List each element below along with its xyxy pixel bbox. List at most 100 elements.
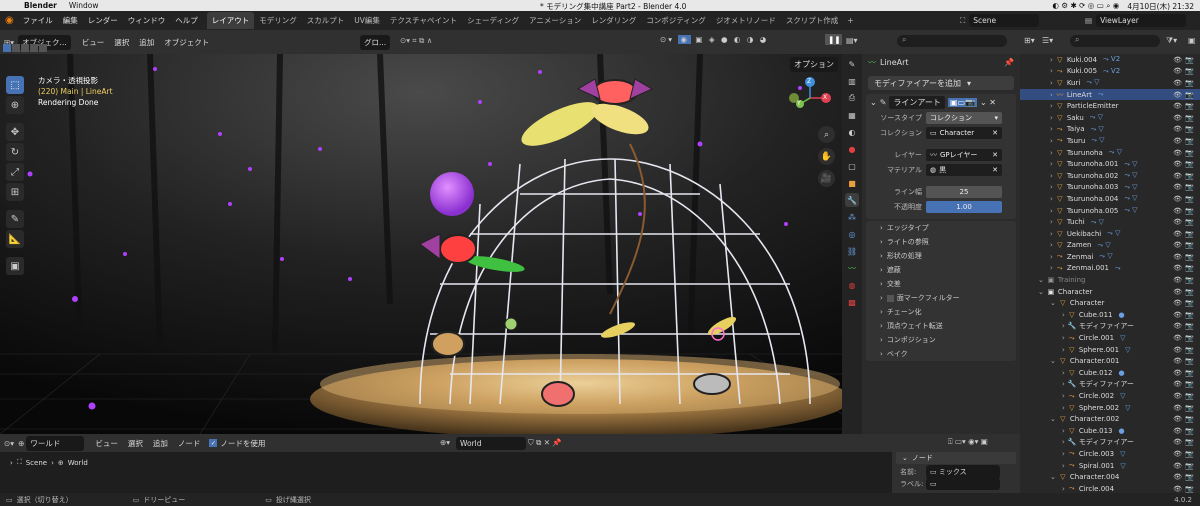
section-checkbox[interactable] bbox=[886, 294, 894, 302]
render-camera-icon[interactable]: 📷 bbox=[1185, 230, 1194, 238]
render-camera-icon[interactable]: 📷 bbox=[1185, 137, 1194, 145]
visibility-eye-icon[interactable]: 👁 bbox=[1173, 241, 1182, 249]
render-camera-icon[interactable]: 📷 bbox=[1185, 67, 1194, 75]
tab-workspace[interactable]: ジオメトリノード bbox=[711, 12, 781, 29]
object-data-icons[interactable]: ⤳ ▽ bbox=[1090, 113, 1103, 122]
tab-workspace[interactable]: モデリング bbox=[254, 12, 302, 29]
viewport-menu-item[interactable]: 選択 bbox=[109, 37, 134, 48]
scene-field[interactable]: Scene bbox=[969, 14, 1040, 27]
render-camera-icon[interactable]: 📷 bbox=[1185, 183, 1194, 191]
visibility-eye-icon[interactable]: 👁 bbox=[1173, 415, 1182, 423]
object-data-icons[interactable]: ⤳ ▽ bbox=[1124, 206, 1137, 215]
view-layer-tab-icon[interactable]: ▦ bbox=[845, 108, 859, 122]
add-workspace-icon[interactable]: + bbox=[847, 16, 853, 25]
property-field[interactable]: 〰 GPレイヤー ✕ bbox=[926, 149, 1002, 161]
outliner-row[interactable]: › ▽ Uekibachi ⤳ ▽ 👁 📷 bbox=[1020, 228, 1200, 240]
render-camera-icon[interactable]: 📷 bbox=[1185, 357, 1194, 365]
outliner-row[interactable]: › ⤳ Circle.001 ▽ 👁 📷 bbox=[1020, 332, 1200, 344]
outliner-row[interactable]: › ▽ Cube.013 ● 👁 📷 bbox=[1020, 425, 1200, 437]
menu-item[interactable]: レンダー bbox=[83, 15, 123, 26]
outliner-row[interactable]: › ⤳ Zenmai ⤳ ▽ 👁 📷 bbox=[1020, 251, 1200, 263]
render-camera-icon[interactable]: 📷 bbox=[1185, 322, 1194, 330]
render-camera-icon[interactable]: 📷 bbox=[1185, 392, 1194, 400]
outliner-row[interactable]: › ▽ Tsurunoha.003 ⤳ ▽ 👁 📷 bbox=[1020, 182, 1200, 194]
visibility-eye-icon[interactable]: 👁 bbox=[1173, 67, 1182, 75]
outliner-row[interactable]: › ▽ Tsurunoha.005 ⤳ ▽ 👁 📷 bbox=[1020, 205, 1200, 217]
outliner-row[interactable]: ⌄ ▽ Character.002 👁 📷 bbox=[1020, 413, 1200, 425]
visibility-eye-icon[interactable]: 👁 bbox=[1173, 207, 1182, 215]
visibility-eye-icon[interactable]: 👁 bbox=[1173, 125, 1182, 133]
outliner-row[interactable]: › ⤳ Zenmai.001 ⤳ 👁 📷 bbox=[1020, 263, 1200, 275]
node-panel-header[interactable]: ⌄ ノード bbox=[896, 452, 1016, 464]
outliner-row[interactable]: › ▽ Cube.012 ● 👁 📷 bbox=[1020, 367, 1200, 379]
collection-tab-icon[interactable]: ▢ bbox=[845, 159, 859, 173]
physics-tab-icon[interactable]: ◎ bbox=[845, 227, 859, 241]
property-field[interactable]: コレクション ▾ bbox=[926, 112, 1002, 124]
expand-arrow-icon[interactable]: › bbox=[1062, 334, 1065, 342]
outliner-row[interactable]: ⌄ ▽ Character 👁 📷 bbox=[1020, 297, 1200, 309]
render-camera-icon[interactable]: 📷 bbox=[1185, 149, 1194, 157]
node-editor-canvas[interactable]: › ⛶ Scene › ⊕ World bbox=[0, 452, 1020, 493]
menu-item[interactable]: ヘルプ bbox=[170, 15, 203, 26]
menu-item[interactable]: ウィンドウ bbox=[123, 15, 171, 26]
tab-workspace[interactable]: スクリプト作成 bbox=[781, 12, 844, 29]
expand-arrow-icon[interactable]: ⌄ bbox=[1050, 357, 1056, 365]
measure-tool-icon[interactable]: 📐 bbox=[6, 230, 24, 248]
world-name-field[interactable]: World bbox=[456, 437, 526, 450]
visibility-eye-icon[interactable]: 👁 bbox=[1173, 462, 1182, 470]
camera-view-icon[interactable]: 🎥 bbox=[818, 170, 835, 187]
visibility-eye-icon[interactable]: 👁 bbox=[1173, 473, 1182, 481]
subsection-header[interactable]: › 形状の処理 bbox=[866, 249, 1016, 263]
expand-arrow-icon[interactable]: › bbox=[1062, 392, 1065, 400]
expand-arrow-icon[interactable]: › bbox=[1062, 438, 1065, 446]
pause-render-button[interactable]: ❚❚ bbox=[825, 34, 844, 45]
render-camera-icon[interactable]: 📷 bbox=[1185, 56, 1194, 64]
select-tool-icon[interactable]: ⬚ bbox=[6, 76, 24, 94]
use-nodes-checkbox[interactable]: ✓ bbox=[209, 439, 218, 447]
object-tab-icon[interactable]: ■ bbox=[845, 176, 859, 190]
expand-arrow-icon[interactable]: › bbox=[1062, 450, 1065, 458]
subsection-header[interactable]: › 頂点ウェイト転送 bbox=[866, 319, 1016, 333]
scale-tool-icon[interactable]: ⤢ bbox=[6, 163, 24, 181]
subsection-header[interactable]: › 交差 bbox=[866, 277, 1016, 291]
outliner-row[interactable]: › 🔧 モディファイアー 👁 📷 bbox=[1020, 437, 1200, 449]
expand-arrow-icon[interactable]: › bbox=[1062, 380, 1065, 388]
expand-arrow-icon[interactable]: › bbox=[1062, 346, 1065, 354]
property-field[interactable]: 1.00 bbox=[926, 201, 1002, 213]
object-data-icons[interactable]: ● bbox=[1118, 311, 1124, 319]
object-data-icons[interactable]: ▽ bbox=[1120, 392, 1125, 400]
property-field[interactable]: ◍ 黒 ✕ bbox=[926, 164, 1002, 176]
property-field[interactable]: ▭ Character ✕ bbox=[926, 127, 1002, 139]
tab-workspace[interactable]: コンポジティング bbox=[641, 12, 711, 29]
expand-arrow-icon[interactable]: › bbox=[1050, 230, 1053, 238]
visibility-eye-icon[interactable]: 👁 bbox=[1173, 79, 1182, 87]
add-cube-tool-icon[interactable]: ▣ bbox=[6, 257, 24, 275]
new-collection-icon[interactable]: ▣ bbox=[1188, 36, 1196, 45]
object-data-icons[interactable]: ⤳ ▽ bbox=[1097, 241, 1110, 250]
render-camera-icon[interactable]: 📷 bbox=[1185, 102, 1194, 110]
material-tab-icon[interactable]: ◍ bbox=[845, 278, 859, 292]
world-actions-icons[interactable]: ⛉ ⧉ ✕ 📌 bbox=[528, 438, 562, 448]
world-browse-icon[interactable]: ⊕▾ bbox=[440, 438, 450, 447]
expand-arrow-icon[interactable]: › bbox=[1050, 183, 1053, 191]
viewport-menu-item[interactable]: ビュー bbox=[77, 37, 110, 48]
object-data-icons[interactable]: ⤳ ▽ bbox=[1109, 148, 1122, 157]
node-editor-type-icon[interactable]: ⊙▾ bbox=[4, 439, 14, 448]
visibility-eye-icon[interactable]: 👁 bbox=[1173, 288, 1182, 296]
menu-item[interactable]: 編集 bbox=[58, 15, 83, 26]
object-data-icons[interactable]: ▽ bbox=[1125, 404, 1130, 412]
node-menu-item[interactable]: 選択 bbox=[123, 438, 148, 449]
tab-workspace[interactable]: レンダリング bbox=[586, 12, 641, 29]
object-data-icons[interactable]: ⤳ V2 bbox=[1103, 67, 1120, 76]
outliner-row[interactable]: › 🔧 モディファイアー 👁 📷 bbox=[1020, 321, 1200, 333]
clear-field-icon[interactable]: ✕ bbox=[992, 129, 998, 137]
constraints-tab-icon[interactable]: ⛓ bbox=[845, 244, 859, 258]
outliner-row[interactable]: ⌄ ▽ Character.004 👁 📷 bbox=[1020, 471, 1200, 483]
visibility-eye-icon[interactable]: 👁 bbox=[1173, 392, 1182, 400]
add-modifier-button[interactable]: モディファイアーを追加 ▾ bbox=[868, 76, 1014, 90]
expand-arrow-icon[interactable]: › bbox=[1062, 322, 1065, 330]
visibility-eye-icon[interactable]: 👁 bbox=[1173, 369, 1182, 377]
3d-viewport[interactable]: カメラ・透視投影 (220) Main | LineArt Rendering … bbox=[0, 54, 842, 434]
pin-icon[interactable]: 📌 bbox=[1004, 58, 1014, 67]
outliner-row[interactable]: › ▽ Kuki.004 ⤳ V2 👁 📷 bbox=[1020, 54, 1200, 66]
